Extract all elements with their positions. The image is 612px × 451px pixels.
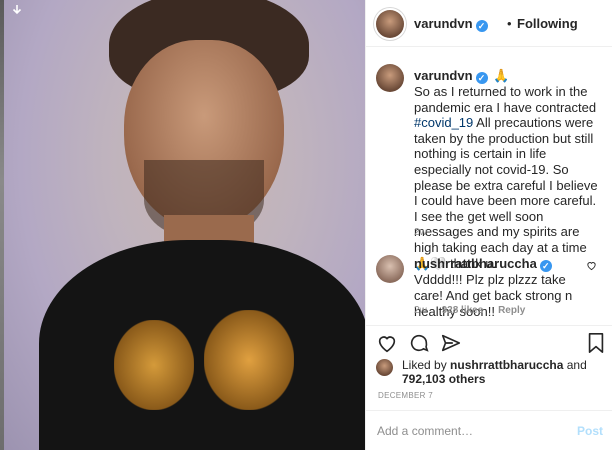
verified-icon: ✓ bbox=[475, 20, 488, 32]
liker-avatar[interactable] bbox=[376, 359, 393, 376]
action-bar bbox=[366, 325, 612, 362]
comment-username[interactable]: nushrrattbharuccha ✓ bbox=[414, 256, 552, 272]
heart-icon[interactable] bbox=[376, 332, 398, 359]
verified-icon: ✓ bbox=[475, 72, 488, 84]
comment-like-heart-icon[interactable] bbox=[586, 260, 597, 274]
download-icon[interactable] bbox=[10, 4, 24, 18]
following-button[interactable]: Following bbox=[517, 16, 578, 31]
comment-icon[interactable] bbox=[408, 332, 430, 359]
comment-likes[interactable]: 928 likes bbox=[442, 305, 484, 316]
post-button[interactable]: Post bbox=[577, 424, 603, 438]
post-panel: varundvn ✓ • Following varundvn ✓ 🙏 So as … bbox=[365, 0, 612, 450]
bookmark-icon[interactable] bbox=[586, 332, 606, 359]
comment-input[interactable]: Add a comment… bbox=[377, 424, 473, 438]
caption-timestamp[interactable]: 2w bbox=[414, 227, 427, 238]
verified-icon: ✓ bbox=[539, 260, 552, 272]
caption-username[interactable]: varundvn ✓ bbox=[414, 68, 488, 84]
post-photo[interactable] bbox=[4, 0, 365, 450]
post-view: varundvn ✓ • Following varundvn ✓ 🙏 So as … bbox=[0, 0, 612, 450]
post-date[interactable]: DECEMBER 7 bbox=[378, 391, 433, 400]
reply-button[interactable]: Reply bbox=[498, 305, 525, 316]
post-header: varundvn ✓ • Following bbox=[366, 0, 612, 47]
hashtag-link[interactable]: #covid_19 bbox=[414, 115, 473, 130]
separator-dot: • bbox=[507, 16, 512, 31]
header-username[interactable]: varundvn ✓ bbox=[414, 16, 488, 32]
avatar[interactable] bbox=[376, 10, 404, 38]
comment-meta: 2w 928 likes Reply bbox=[414, 305, 537, 316]
caption: varundvn ✓ 🙏 So as I returned to work in … bbox=[414, 68, 602, 271]
caption-emoji: 🙏 bbox=[493, 68, 510, 83]
comment-time: 2w bbox=[414, 305, 427, 316]
caption-text-start: So as I returned to work in the pandemic… bbox=[414, 84, 597, 115]
likes-count[interactable]: 792,103 others bbox=[402, 372, 485, 386]
caption-text-end: All precautions were taken by the produc… bbox=[414, 115, 598, 271]
comment-avatar[interactable] bbox=[376, 255, 404, 283]
caption-avatar[interactable] bbox=[376, 64, 404, 92]
add-comment-bar: Add a comment… Post bbox=[366, 410, 612, 451]
liker-username[interactable]: nushrrattbharuccha bbox=[450, 358, 563, 372]
share-icon[interactable] bbox=[440, 332, 462, 359]
